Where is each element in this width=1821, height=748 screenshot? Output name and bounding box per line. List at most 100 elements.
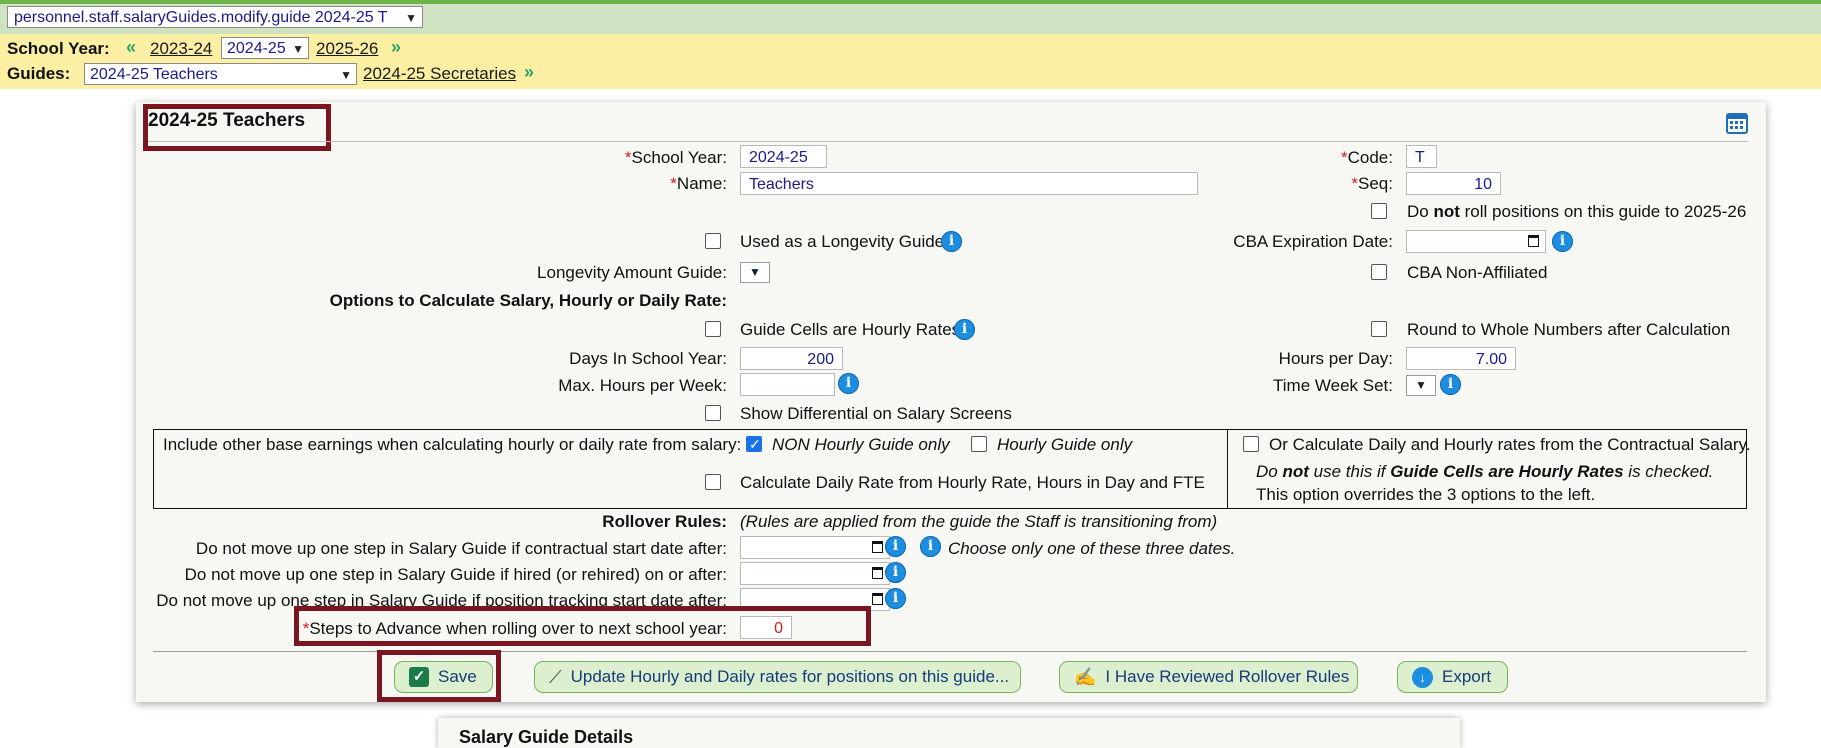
next-year-link[interactable]: 2025-26 [316, 39, 378, 59]
next-guide-arrow-icon[interactable]: » [524, 62, 534, 83]
update-rates-button[interactable]: ⟋ Update Hourly and Daily rates for posi… [534, 661, 1021, 693]
round-label: Round to Whole Numbers after Calculation [1407, 320, 1731, 339]
round-checkbox[interactable] [1371, 321, 1387, 337]
steps-highlight-box [294, 606, 871, 646]
no-roll-pre: Do [1407, 202, 1429, 221]
chevron-down-icon: ▼ [749, 265, 761, 279]
info-icon[interactable]: i [954, 319, 975, 340]
calc-daily-label: Calculate Daily Rate from Hourly Rate, H… [740, 473, 1205, 492]
days-label: Days In School Year: [569, 349, 727, 368]
hourly-rates-label: Guide Cells are Hourly Rates [740, 320, 961, 339]
longevity-amount-label: Longevity Amount Guide: [537, 263, 727, 282]
note-pre: Do [1256, 462, 1278, 481]
no-roll-checkbox[interactable] [1371, 203, 1387, 219]
note-mid: use this if [1313, 462, 1386, 481]
calendar-picker-icon[interactable] [872, 593, 883, 605]
hourly-rates-checkbox[interactable] [705, 321, 721, 337]
info-icon: i [920, 536, 941, 557]
info-icon[interactable]: i [1552, 231, 1573, 252]
prev-year-link[interactable]: 2023-24 [150, 39, 212, 59]
max-hours-field[interactable] [740, 373, 835, 396]
next-guide-link[interactable]: 2024-25 Secretaries [363, 64, 516, 84]
note-post: is checked. [1628, 462, 1714, 481]
info-icon[interactable]: i [885, 536, 906, 557]
save-highlight-box [377, 650, 501, 702]
info-icon[interactable]: i [941, 231, 962, 252]
school-year-field[interactable]: 2024-25 [740, 145, 827, 168]
seq-label-text: Seq: [1358, 174, 1393, 193]
info-icon[interactable]: i [838, 373, 859, 394]
hourly-only-checkbox[interactable] [971, 436, 987, 452]
hours-per-day-label: Hours per Day: [1278, 349, 1393, 368]
calendar-picker-icon[interactable] [1528, 235, 1539, 247]
page-path-select[interactable]: personnel.staff.salaryGuides.modify.guid… [7, 6, 423, 28]
differential-checkbox[interactable] [705, 405, 721, 421]
hours-per-day-field[interactable]: 7.00 [1406, 347, 1516, 370]
pen-signature-icon: ✍ [1074, 667, 1097, 687]
cba-expiration-label: CBA Expiration Date: [1233, 232, 1393, 251]
calendar-picker-icon[interactable] [872, 567, 883, 579]
no-roll-bold: not [1433, 202, 1460, 221]
info-icon[interactable]: i [1440, 374, 1461, 395]
non-hourly-label: NON Hourly Guide only [772, 435, 950, 454]
export-button-label: Export [1442, 667, 1492, 686]
rollover-rules-label: Rollover Rules: [602, 512, 727, 531]
export-button[interactable]: ↓ Export [1397, 661, 1508, 693]
school-year-select-value: 2024-25 [227, 40, 286, 57]
seq-field-label: *Seq: [1351, 174, 1393, 193]
guide-select-value: 2024-25 Teachers [90, 66, 218, 83]
cba-expiration-date-input[interactable] [1406, 230, 1546, 253]
cba-non-affiliated-label: CBA Non-Affiliated [1407, 263, 1548, 282]
note-bold: Guide Cells are Hourly Rates [1390, 462, 1624, 481]
chevron-down-icon: ▼ [292, 42, 304, 56]
max-hours-label: Max. Hours per Week: [558, 376, 727, 395]
seq-field[interactable]: 10 [1406, 172, 1501, 195]
reviewed-rollover-button[interactable]: ✍ I Have Reviewed Rollover Rules [1059, 661, 1358, 693]
name-field[interactable]: Teachers [740, 172, 1198, 195]
prev-year-arrow-icon[interactable]: « [126, 37, 136, 58]
chevron-down-icon: ▼ [340, 68, 352, 82]
rule-hired-date-input[interactable] [740, 562, 890, 585]
page-path-value: personnel.staff.salaryGuides.modify.guid… [14, 9, 388, 26]
school-year-field-label: *School Year: [624, 148, 727, 167]
download-arrow-icon: ↓ [1412, 666, 1433, 688]
school-year-select[interactable]: 2024-25 ▼ [221, 37, 309, 59]
non-hourly-checkbox[interactable] [746, 436, 762, 452]
no-roll-label: Do not roll positions on this guide to 2… [1407, 202, 1746, 222]
cba-non-affiliated-checkbox[interactable] [1371, 264, 1387, 280]
info-icon[interactable]: i [885, 588, 906, 609]
reviewed-button-label: I Have Reviewed Rollover Rules [1105, 667, 1350, 686]
options-heading: Options to Calculate Salary, Hourly or D… [329, 291, 727, 310]
code-label-text: Code: [1347, 148, 1393, 167]
no-roll-post: roll positions on this guide to 2025-26 [1464, 202, 1747, 221]
update-rates-button-label: Update Hourly and Daily rates for positi… [570, 667, 1010, 686]
guides-nav-label: Guides: [7, 64, 71, 83]
contractual-checkbox[interactable] [1243, 436, 1259, 452]
rule-contractual-date-input[interactable] [740, 536, 890, 559]
calendar-icon[interactable] [1726, 112, 1748, 134]
title-divider [148, 141, 1748, 142]
code-field[interactable]: T [1406, 145, 1437, 168]
magic-wand-icon: ⟋ [549, 667, 562, 687]
longevity-guide-checkbox[interactable] [705, 233, 721, 249]
calendar-picker-icon[interactable] [872, 541, 883, 553]
time-week-select[interactable]: ▼ [1406, 375, 1436, 396]
rule-contractual-label: Do not move up one step in Salary Guide … [195, 539, 727, 558]
code-field-label: *Code: [1341, 148, 1393, 167]
hourly-rates-warning: Do not use this if Guide Cells are Hourl… [1256, 462, 1713, 482]
longevity-guide-label: Used as a Longevity Guide [740, 232, 945, 251]
info-icon[interactable]: i [885, 562, 906, 583]
next-year-arrow-icon[interactable]: » [391, 37, 401, 58]
time-week-label: Time Week Set: [1273, 376, 1393, 395]
name-label-text: Name: [676, 174, 727, 193]
school-year-nav-label: School Year: [7, 39, 110, 58]
calc-daily-checkbox[interactable] [705, 474, 721, 490]
guide-select[interactable]: 2024-25 Teachers ▼ [84, 63, 357, 85]
choose-one-note: Choose only one of these three dates. [948, 539, 1236, 558]
longevity-amount-select[interactable]: ▼ [740, 262, 770, 283]
chevron-down-icon: ▼ [405, 11, 417, 25]
include-earnings-label: Include other base earnings when calcula… [163, 435, 742, 454]
school-year-label-text: School Year: [631, 148, 727, 167]
contractual-label: Or Calculate Daily and Hourly rates from… [1269, 435, 1751, 454]
days-field[interactable]: 200 [740, 347, 843, 370]
